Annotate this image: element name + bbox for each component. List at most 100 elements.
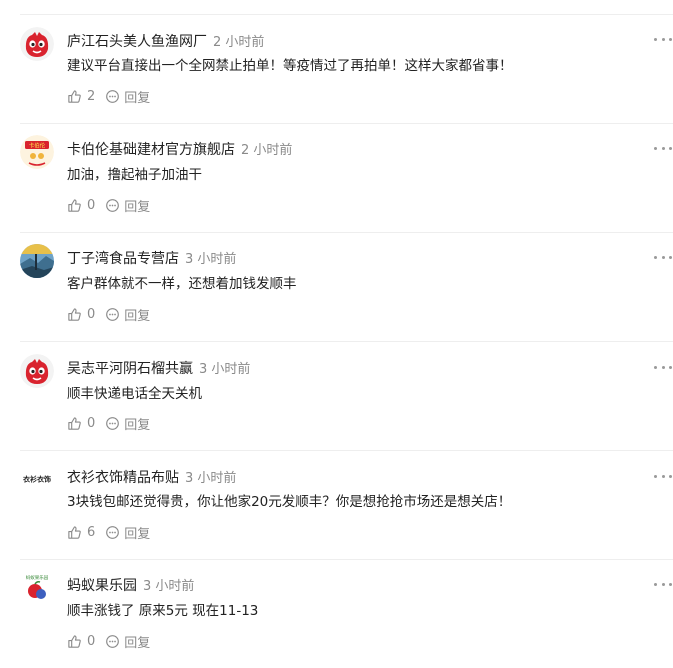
comment-bubble-icon — [106, 416, 120, 430]
like-button[interactable]: 0 — [67, 307, 95, 322]
author-name[interactable]: 吴志平河阴石榴共赢 — [67, 361, 193, 377]
comment-time: 3 小时前 — [143, 579, 195, 594]
avatar[interactable] — [20, 244, 54, 278]
reply-label: 回复 — [124, 308, 151, 324]
more-options-button[interactable] — [654, 250, 672, 264]
reply-button[interactable]: 回复 — [105, 523, 150, 542]
dot-icon — [654, 37, 657, 41]
comment-author[interactable]: 衣衫衣饰精品布贴 3 小时前 — [67, 467, 236, 487]
comment-text: 建议平台直接出一个全网禁止拍单！等疫情过了再拍单！这样大家都省事！ — [67, 58, 513, 74]
comment-time: 2 小时前 — [241, 143, 293, 158]
like-count: 2 — [87, 88, 96, 104]
dot-icon — [661, 146, 665, 150]
like-count: 6 — [87, 524, 96, 540]
like-count: 0 — [87, 306, 96, 322]
like-button[interactable]: 2 — [67, 89, 95, 104]
author-name[interactable]: 蚂蚁果乐园 — [67, 578, 137, 594]
avatar[interactable]: 卡伯伦 — [20, 135, 54, 169]
like-count: 0 — [87, 197, 96, 213]
shop-logo-icon: 卡伯伦 — [20, 135, 54, 169]
comment-actions: 0 回复 — [67, 305, 150, 324]
comment-author[interactable]: 吴志平河阴石榴共赢 3 小时前 — [67, 358, 250, 378]
avatar[interactable] — [20, 27, 54, 61]
reply-button[interactable]: 回复 — [105, 414, 150, 433]
comment-author[interactable]: 蚂蚁果乐园 3 小时前 — [67, 575, 194, 595]
author-name[interactable]: 卡伯伦基础建材官方旗舰店 — [67, 142, 235, 158]
dot-icon — [669, 146, 672, 150]
comment-author[interactable]: 卡伯伦基础建材官方旗舰店 2 小时前 — [67, 139, 292, 159]
dot-icon — [661, 582, 665, 586]
reply-button[interactable]: 回复 — [105, 196, 150, 215]
dot-icon — [661, 365, 665, 369]
thumbs-up-icon — [68, 416, 81, 430]
author-name[interactable]: 衣衫衣饰精品布贴 — [67, 470, 179, 486]
comment-time: 3 小时前 — [185, 471, 237, 486]
comment-divider — [20, 123, 673, 124]
author-name[interactable]: 丁子湾食品专营店 — [67, 251, 179, 267]
dot-icon — [661, 474, 665, 478]
thumbs-up-icon — [68, 634, 81, 648]
comment-text: 顺丰快递电话全天关机 — [67, 386, 202, 402]
comment-author[interactable]: 丁子湾食品专营店 3 小时前 — [67, 248, 236, 268]
red-mascot-icon — [20, 354, 54, 388]
thumbs-up-icon — [68, 307, 81, 321]
like-button[interactable]: 6 — [67, 525, 95, 540]
avatar[interactable] — [20, 354, 54, 388]
comment-divider — [20, 450, 673, 451]
comment-bubble-icon — [106, 89, 120, 103]
more-options-button[interactable] — [654, 360, 672, 374]
comment-divider — [20, 232, 673, 233]
dot-icon — [654, 255, 657, 259]
like-count: 0 — [87, 415, 96, 431]
red-mascot-icon — [20, 27, 54, 61]
comment-author[interactable]: 庐江石头美人鱼渔网厂 2 小时前 — [67, 31, 264, 51]
comment-text: 顺丰涨钱了 原来5元 现在11-13 — [67, 603, 259, 619]
dot-icon — [661, 37, 665, 41]
comment-text: 加油，撸起袖子加油干 — [67, 167, 202, 183]
dot-icon — [669, 474, 672, 478]
shop-logo-text: 卡伯伦 — [29, 142, 46, 150]
comment-actions: 0 回复 — [67, 632, 150, 651]
reply-label: 回复 — [124, 199, 151, 215]
comment-bubble-icon — [106, 634, 120, 648]
thumbs-up-icon — [68, 198, 81, 212]
like-count: 0 — [87, 633, 96, 649]
fruit-logo-text: 蚂蚁果乐园 — [26, 574, 49, 581]
dot-icon — [669, 255, 672, 259]
reply-label: 回复 — [124, 526, 151, 542]
more-options-button[interactable] — [654, 577, 672, 591]
comment-time: 2 小时前 — [213, 35, 265, 50]
avatar[interactable]: 衣衫衣饰 — [20, 462, 54, 496]
comment-actions: 2 回复 — [67, 87, 150, 106]
author-name[interactable]: 庐江石头美人鱼渔网厂 — [67, 34, 207, 50]
text-logo-text: 衣衫衣饰 — [23, 475, 51, 484]
reply-label: 回复 — [124, 90, 151, 106]
more-options-button[interactable] — [654, 32, 672, 46]
comment-actions: 6 回复 — [67, 523, 150, 542]
dot-icon — [669, 37, 672, 41]
comment-time: 3 小时前 — [185, 252, 237, 267]
landscape-photo-icon — [20, 244, 54, 278]
more-options-button[interactable] — [654, 469, 672, 483]
like-button[interactable]: 0 — [67, 416, 95, 431]
dot-icon — [654, 146, 657, 150]
reply-button[interactable]: 回复 — [105, 632, 150, 651]
more-options-button[interactable] — [654, 141, 672, 155]
comment-divider — [20, 341, 673, 342]
dot-icon — [669, 365, 672, 369]
avatar[interactable]: 蚂蚁果乐园 — [20, 571, 54, 605]
text-logo-icon: 衣衫衣饰 — [20, 462, 54, 496]
dot-icon — [669, 582, 672, 586]
reply-label: 回复 — [124, 417, 151, 433]
reply-button[interactable]: 回复 — [105, 87, 150, 106]
comment-actions: 0 回复 — [67, 196, 150, 215]
fruit-logo-icon: 蚂蚁果乐园 — [20, 571, 54, 605]
comment-bubble-icon — [106, 307, 120, 321]
dot-icon — [654, 582, 657, 586]
thumbs-up-icon — [68, 525, 81, 539]
dot-icon — [654, 365, 657, 369]
like-button[interactable]: 0 — [67, 634, 95, 649]
comment-text: 客户群体就不一样，还想着加钱发顺丰 — [67, 276, 297, 292]
like-button[interactable]: 0 — [67, 198, 95, 213]
reply-button[interactable]: 回复 — [105, 305, 150, 324]
